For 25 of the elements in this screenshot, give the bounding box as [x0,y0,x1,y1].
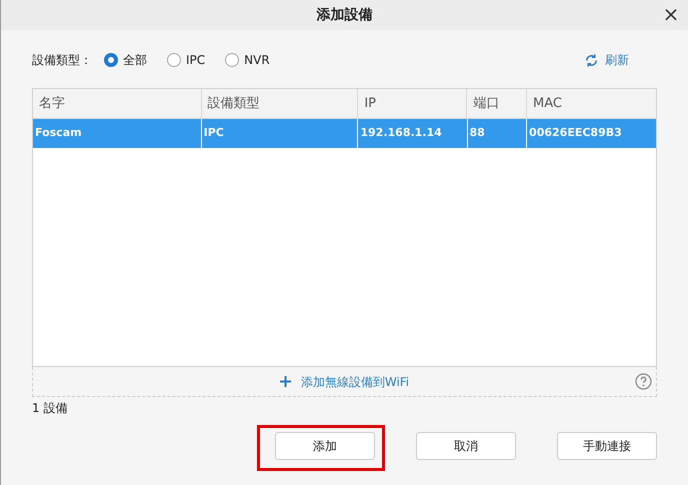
add-wifi-link[interactable]: 添加無線設備到WiFi [280,372,410,390]
window-title: 添加設備 [316,6,372,24]
device-type-radio[interactable]: NVR [225,51,270,69]
device-type-radio[interactable]: IPC [167,51,206,69]
plus-icon [280,376,291,387]
table-cell: 192.168.1.14 [358,119,468,148]
device-type-radio[interactable]: 全部 [104,51,147,69]
column-header[interactable]: 設備類型 [202,89,358,118]
device-count: 1 設備 [32,400,68,417]
table-cell-text: 00626EEC89B3 [528,125,623,142]
table-cell: IPC [202,119,358,148]
dialog-button[interactable]: 手動連接 [557,432,657,460]
dialog-button[interactable]: 取消 [416,432,516,460]
help-icon[interactable] [635,373,652,390]
table-cell: Foscam [33,119,202,148]
refresh-icon [584,52,599,68]
column-header[interactable]: MAC [527,89,656,118]
column-header[interactable]: IP [358,89,468,118]
refresh-button[interactable]: 刷新 [584,51,629,69]
column-header[interactable]: 名字 [33,89,202,118]
device-type-label: 設備類型： [32,52,92,69]
table-cell: 88 [468,119,528,148]
column-header[interactable]: 端口 [467,89,528,118]
close-button[interactable]: × [660,3,682,25]
dialog-button[interactable]: 添加 [275,432,375,460]
